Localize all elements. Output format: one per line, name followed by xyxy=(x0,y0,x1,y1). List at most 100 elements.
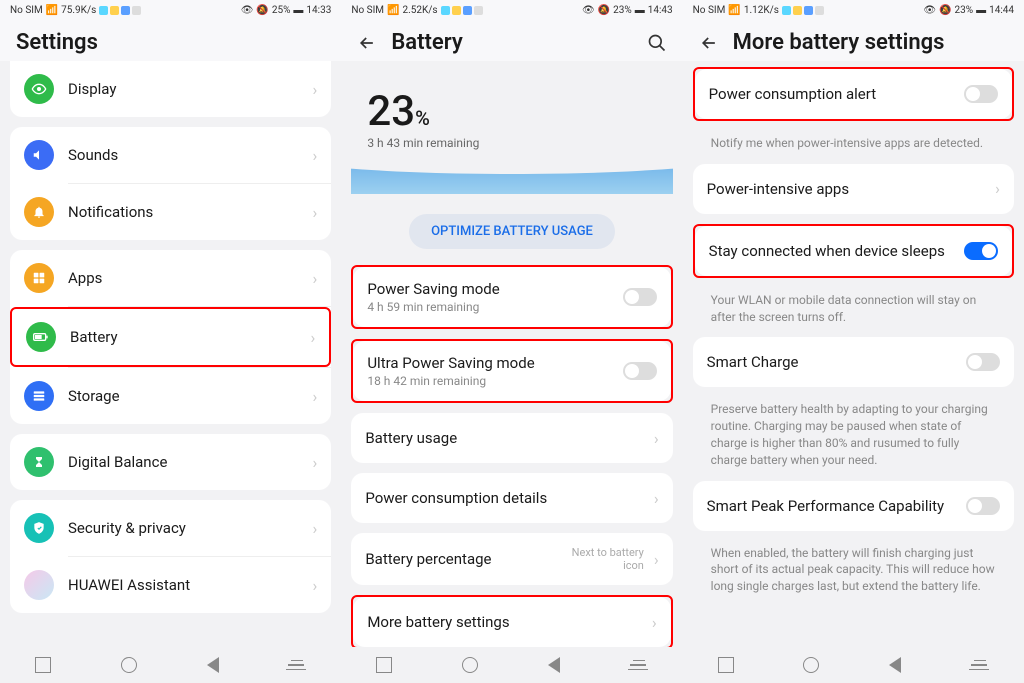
nav-back-button[interactable] xyxy=(207,657,219,673)
apps-icon xyxy=(24,263,54,293)
eye-off-icon: 👁 xyxy=(582,5,595,16)
eye-off-icon: 👁 xyxy=(241,5,254,16)
nav-home-button[interactable] xyxy=(121,657,137,673)
battery-icon: ▬ xyxy=(635,5,645,16)
ultra-power-saving-row[interactable]: Ultra Power Saving mode 18 h 42 min rema… xyxy=(353,341,670,401)
assistant-icon xyxy=(24,570,54,600)
chevron-right-icon: › xyxy=(311,328,316,347)
time-label: 14:43 xyxy=(648,5,673,16)
power-consumption-alert-row[interactable]: Power consumption alert xyxy=(695,69,1012,119)
nav-recent-button[interactable] xyxy=(35,657,51,673)
row-sublabel: 4 h 59 min remaining xyxy=(367,300,622,314)
chevron-right-icon: › xyxy=(654,489,659,508)
settings-item-battery[interactable]: Battery › xyxy=(10,307,331,367)
settings-item-apps[interactable]: Apps › xyxy=(10,250,331,306)
row-label: Power Saving mode xyxy=(367,280,622,298)
nav-home-button[interactable] xyxy=(462,657,478,673)
battery-percentage-row[interactable]: Battery percentage Next to battery icon … xyxy=(351,533,672,585)
row-label: Battery usage xyxy=(365,429,648,447)
row-label: Power consumption details xyxy=(365,489,648,507)
row-label: Ultra Power Saving mode xyxy=(367,354,622,372)
chevron-right-icon: › xyxy=(313,80,318,99)
settings-list[interactable]: Display › Sounds › Notifications › Apps … xyxy=(0,61,341,647)
eye-off-icon: 👁 xyxy=(923,5,936,16)
battery-pct-label: 23% xyxy=(955,5,974,16)
item-label: HUAWEI Assistant xyxy=(68,576,307,594)
battery-content[interactable]: 23% 3 h 43 min remaining OPTIMIZE BATTER… xyxy=(341,61,682,647)
more-battery-settings-row[interactable]: More battery settings › xyxy=(353,597,670,647)
smart-peak-row[interactable]: Smart Peak Performance Capability xyxy=(693,481,1014,531)
wifi-icon: 📶 xyxy=(728,5,740,16)
nav-home-button[interactable] xyxy=(803,657,819,673)
battery-usage-row[interactable]: Battery usage › xyxy=(351,413,672,463)
settings-item-storage[interactable]: Storage › xyxy=(10,368,331,424)
row-label: Smart Peak Performance Capability xyxy=(707,497,966,515)
more-battery-content[interactable]: Power consumption alert Notify me when p… xyxy=(683,61,1024,647)
chevron-right-icon: › xyxy=(313,146,318,165)
settings-item-huawei-assistant[interactable]: HUAWEI Assistant › xyxy=(10,557,331,613)
back-button[interactable] xyxy=(699,33,719,53)
time-label: 14:33 xyxy=(306,5,331,16)
stay-connected-row[interactable]: Stay connected when device sleeps xyxy=(695,226,1012,276)
nav-bar xyxy=(683,647,1024,683)
settings-item-security[interactable]: Security & privacy › xyxy=(10,500,331,556)
settings-item-digital-balance[interactable]: Digital Balance › xyxy=(10,434,331,490)
settings-item-sounds[interactable]: Sounds › xyxy=(10,127,331,183)
search-button[interactable] xyxy=(647,33,667,53)
carrier-label: No SIM xyxy=(10,5,43,16)
row-sublabel: 18 h 42 min remaining xyxy=(367,374,622,388)
settings-item-notifications[interactable]: Notifications › xyxy=(10,184,331,240)
ultra-power-saving-toggle[interactable] xyxy=(623,362,657,380)
page-title: More battery settings xyxy=(733,30,945,55)
settings-item-display[interactable]: Display › xyxy=(10,61,331,117)
item-label: Display xyxy=(68,80,307,98)
nav-recent-button[interactable] xyxy=(376,657,392,673)
battery-icon: ▬ xyxy=(293,5,303,16)
nav-recent-button[interactable] xyxy=(718,657,734,673)
chevron-right-icon: › xyxy=(995,179,1000,198)
row-meta: Next to battery icon xyxy=(564,546,644,572)
header: Battery xyxy=(341,20,682,61)
time-label: 14:44 xyxy=(989,5,1014,16)
chevron-right-icon: › xyxy=(313,203,318,222)
nav-menu-button[interactable] xyxy=(630,660,648,671)
back-button[interactable] xyxy=(357,33,377,53)
wifi-icon: 📶 xyxy=(46,5,58,16)
row-label: More battery settings xyxy=(367,613,646,631)
power-saving-mode-row[interactable]: Power Saving mode 4 h 59 min remaining xyxy=(353,267,670,327)
carrier-label: No SIM xyxy=(693,5,726,16)
battery-remaining: 3 h 43 min remaining xyxy=(367,136,656,150)
nav-menu-button[interactable] xyxy=(971,660,989,671)
nav-bar xyxy=(0,647,341,683)
status-app-icons xyxy=(441,6,483,15)
nav-menu-button[interactable] xyxy=(288,660,306,671)
power-consumption-alert-toggle[interactable] xyxy=(964,85,998,103)
phone-screen-settings: No SIM 📶 75.9K/s 👁 🔕 25% ▬ 14:33 Setting… xyxy=(0,0,341,683)
wifi-icon: 📶 xyxy=(387,5,399,16)
chevron-right-icon: › xyxy=(652,613,657,632)
item-label: Notifications xyxy=(68,203,307,221)
power-consumption-details-row[interactable]: Power consumption details › xyxy=(351,473,672,523)
chevron-right-icon: › xyxy=(313,453,318,472)
nav-back-button[interactable] xyxy=(889,657,901,673)
smart-peak-toggle[interactable] xyxy=(966,497,1000,515)
nav-bar xyxy=(341,647,682,683)
power-intensive-apps-row[interactable]: Power-intensive apps › xyxy=(693,164,1014,214)
nav-back-button[interactable] xyxy=(548,657,560,673)
row-description: Preserve battery health by adapting to y… xyxy=(693,397,1014,480)
smart-charge-row[interactable]: Smart Charge xyxy=(693,337,1014,387)
row-label: Power-intensive apps xyxy=(707,180,990,198)
sound-icon xyxy=(24,140,54,170)
bell-icon xyxy=(24,197,54,227)
optimize-battery-button[interactable]: OPTIMIZE BATTERY USAGE xyxy=(409,214,615,249)
mute-icon: 🔕 xyxy=(939,5,951,16)
chevron-right-icon: › xyxy=(313,269,318,288)
smart-charge-toggle[interactable] xyxy=(966,353,1000,371)
item-label: Sounds xyxy=(68,146,307,164)
stay-connected-toggle[interactable] xyxy=(964,242,998,260)
power-saving-toggle[interactable] xyxy=(623,288,657,306)
header: Settings xyxy=(0,20,341,61)
battery-percentage: 23% xyxy=(367,87,656,136)
row-description: When enabled, the battery will finish ch… xyxy=(693,541,1014,607)
speed-label: 75.9K/s xyxy=(61,5,96,16)
